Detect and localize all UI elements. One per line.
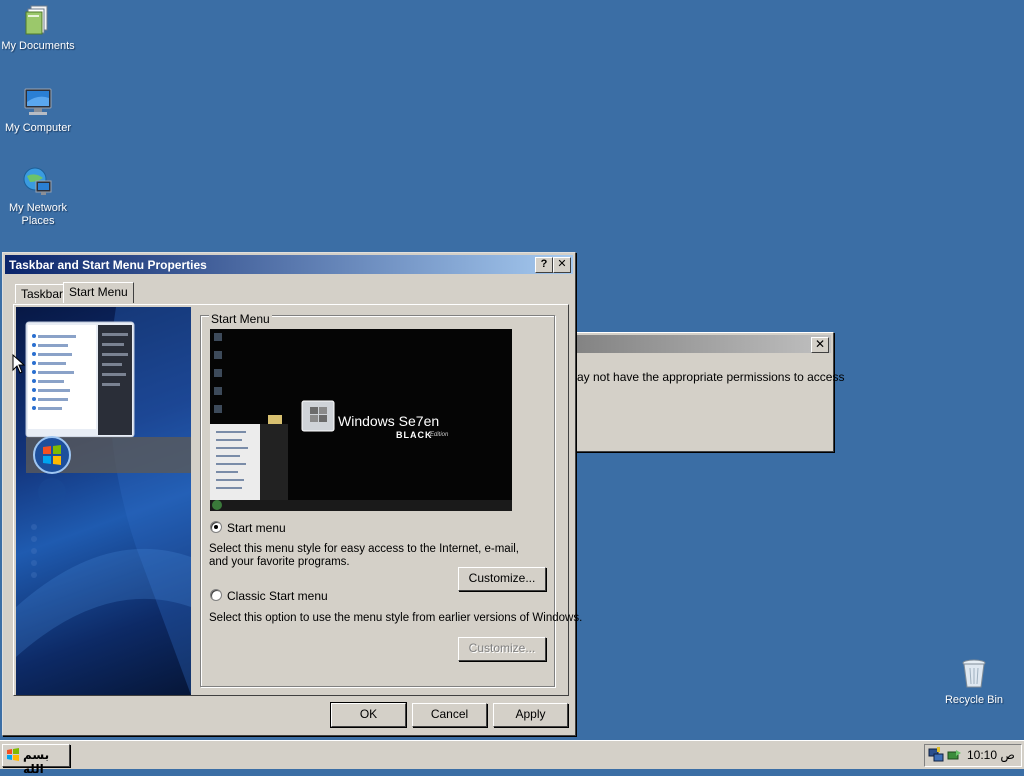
mouse-cursor-icon: [12, 353, 26, 377]
windows-logo-icon: [6, 748, 20, 765]
desktop-icon-recycle-bin[interactable]: Recycle Bin: [934, 658, 1014, 707]
my-documents-icon: [22, 4, 54, 36]
customize-start-menu-button[interactable]: Customize...: [458, 567, 546, 591]
start-menu-radio-label[interactable]: Start menu: [227, 521, 286, 535]
branding-windows: Windows Se7en: [338, 413, 440, 429]
close-icon[interactable]: ✕: [553, 257, 571, 273]
desktop-icon-label: My Computer: [4, 122, 72, 134]
ok-button[interactable]: OK: [330, 702, 407, 728]
desktop-preview-image: Windows Se7en BLACK Edition: [210, 329, 512, 511]
desktop-icon-my-network-places[interactable]: My Network Places: [0, 166, 78, 228]
error-dialog[interactable]: ✕ ay not have the appropriate permission…: [560, 332, 844, 452]
group-title: Start Menu: [209, 312, 272, 326]
branding-edition: Edition: [430, 432, 449, 438]
cancel-button[interactable]: Cancel: [412, 703, 487, 727]
tab-taskbar[interactable]: Taskbar: [15, 284, 70, 303]
tab-start-menu[interactable]: Start Menu: [63, 282, 134, 303]
desktop-icon-my-documents[interactable]: My Documents: [0, 4, 78, 53]
recycle-bin-icon: [958, 658, 990, 690]
start-menu-preview-image: [16, 307, 191, 695]
start-button-label: بسم الله: [23, 748, 50, 776]
close-icon[interactable]: ✕: [811, 337, 829, 353]
start-button[interactable]: بسم الله: [2, 744, 70, 776]
desktop-icon-my-computer[interactable]: My Computer: [0, 86, 78, 135]
system-tray: 10:10 ص: [924, 744, 1022, 767]
my-network-places-icon: [22, 166, 54, 198]
network-icon[interactable]: [928, 747, 944, 766]
error-message: ay not have the appropriate permissions …: [577, 370, 845, 384]
clock[interactable]: 10:10 ص: [967, 748, 1015, 762]
help-icon[interactable]: ?: [535, 257, 553, 273]
apply-button[interactable]: Apply: [493, 703, 568, 727]
classic-start-menu-radio[interactable]: [210, 589, 222, 601]
start-menu-description: Select this menu style for easy access t…: [209, 543, 520, 568]
start-menu-radio[interactable]: [210, 521, 222, 533]
tab-panel: Start Menu Windows Se7en BLACK Edition S…: [13, 304, 583, 696]
taskbar-start-menu-properties-dialog[interactable]: Taskbar and Start Menu Properties ? ✕ Ta…: [2, 252, 583, 736]
desktop-icon-label: My Documents: [1, 40, 75, 52]
desktop-icon-label: My Network Places: [8, 202, 68, 227]
my-computer-icon: [22, 86, 54, 118]
taskbar: بسم الله 10:10 ص: [0, 740, 1024, 776]
classic-start-menu-description: Select this option to use the menu style…: [209, 612, 583, 624]
network-connection-icon[interactable]: [946, 747, 962, 766]
branding-black: BLACK: [396, 430, 433, 440]
dialog-titlebar[interactable]: Taskbar and Start Menu Properties ? ✕: [5, 255, 573, 274]
customize-classic-button: Customize...: [458, 637, 546, 661]
error-dialog-titlebar[interactable]: [563, 335, 831, 353]
dialog-title: Taskbar and Start Menu Properties: [9, 258, 207, 272]
classic-start-menu-radio-label[interactable]: Classic Start menu: [227, 589, 328, 603]
desktop-icon-label: Recycle Bin: [944, 694, 1004, 706]
